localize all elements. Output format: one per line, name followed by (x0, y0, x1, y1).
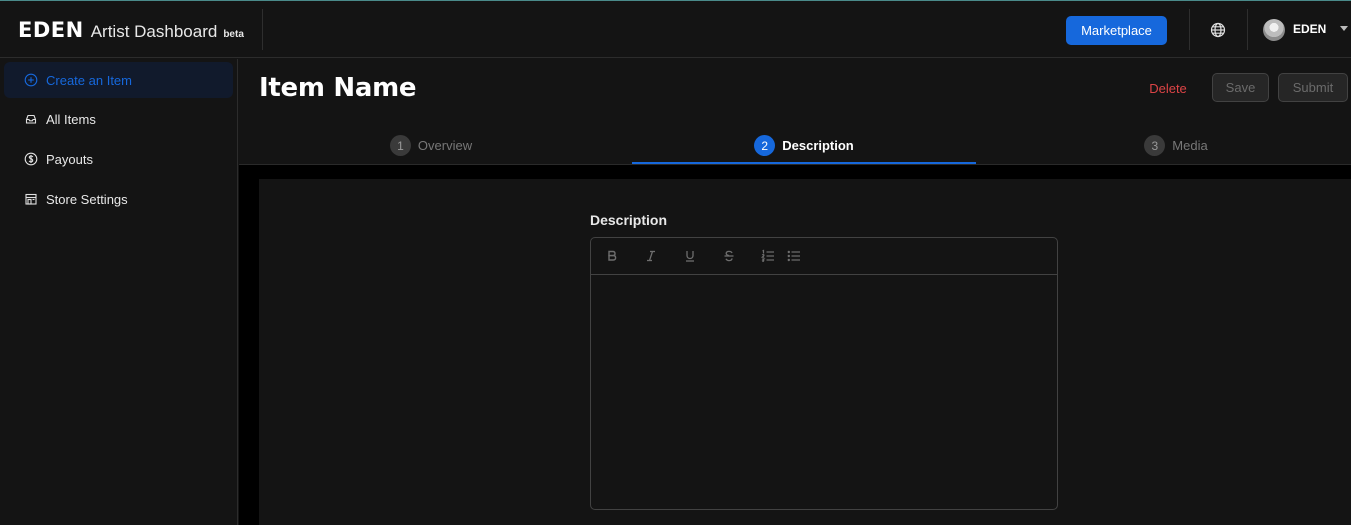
sidebar-item-store-settings[interactable]: Store Settings (4, 181, 233, 217)
sidebar-item-create-an-item[interactable]: Create an Item (4, 62, 233, 98)
step-label: Description (782, 138, 854, 153)
globe-icon[interactable] (1210, 22, 1226, 38)
italic-icon[interactable] (643, 246, 682, 266)
step-number: 1 (389, 135, 411, 156)
user-name[interactable]: EDEN (1293, 22, 1326, 36)
dollar-circle-icon (24, 152, 38, 166)
sidebar-item-label: Create an Item (46, 72, 132, 88)
step-number: 2 (754, 135, 776, 156)
strikethrough-icon[interactable] (721, 246, 760, 266)
avatar[interactable] (1263, 19, 1285, 41)
delete-button[interactable]: Delete (1143, 73, 1193, 103)
tab-description[interactable]: 2 Description (632, 127, 976, 164)
editor-toolbar (591, 238, 1057, 275)
bullet-list-icon[interactable] (786, 246, 812, 266)
sidebar: Create an Item All Items Payouts Store S… (0, 59, 238, 525)
brand-title: Artist Dashboard (90, 22, 218, 41)
step-label: Overview (417, 138, 473, 153)
tab-overview[interactable]: 1 Overview (239, 127, 623, 164)
description-label: Description (590, 212, 668, 228)
step-number: 3 (1144, 135, 1166, 156)
submit-button[interactable]: Submit (1278, 73, 1348, 102)
step-label: Media (1172, 138, 1208, 153)
brand-logo: EDEN (18, 18, 84, 42)
divider (262, 9, 263, 50)
ordered-list-icon[interactable] (760, 246, 786, 266)
description-editor (590, 237, 1058, 510)
sidebar-item-label: Store Settings (46, 191, 128, 207)
sidebar-item-payouts[interactable]: Payouts (4, 141, 233, 177)
chevron-down-icon[interactable] (1340, 26, 1348, 31)
brand[interactable]: EDEN Artist Dashboard beta (18, 18, 244, 44)
active-tab-indicator (632, 162, 976, 164)
divider (1247, 9, 1248, 50)
description-panel: Description (259, 179, 1351, 525)
top-bar: EDEN Artist Dashboard beta Marketplace E… (0, 0, 1351, 58)
beta-badge: beta (223, 29, 244, 40)
inbox-icon (24, 112, 38, 126)
tab-media[interactable]: 3 Media (976, 127, 1351, 164)
page-title: Item Name (259, 73, 417, 103)
steps-tabs: 1 Overview 2 Description 3 Media (239, 127, 1351, 165)
save-button[interactable]: Save (1212, 73, 1269, 102)
underline-icon[interactable] (682, 246, 721, 266)
sidebar-item-all-items[interactable]: All Items (4, 101, 233, 137)
sidebar-item-label: All Items (46, 111, 96, 127)
bold-icon[interactable] (604, 246, 643, 266)
plus-circle-icon (24, 73, 38, 87)
content-separator (239, 165, 1351, 179)
sidebar-item-label: Payouts (46, 151, 93, 167)
description-textarea[interactable] (591, 275, 1057, 510)
main-content: Item Name Delete Save Submit 1 Overview … (239, 59, 1351, 525)
shop-icon (24, 192, 38, 206)
content-separator (239, 179, 259, 525)
marketplace-button[interactable]: Marketplace (1066, 16, 1167, 45)
divider (1189, 9, 1190, 50)
